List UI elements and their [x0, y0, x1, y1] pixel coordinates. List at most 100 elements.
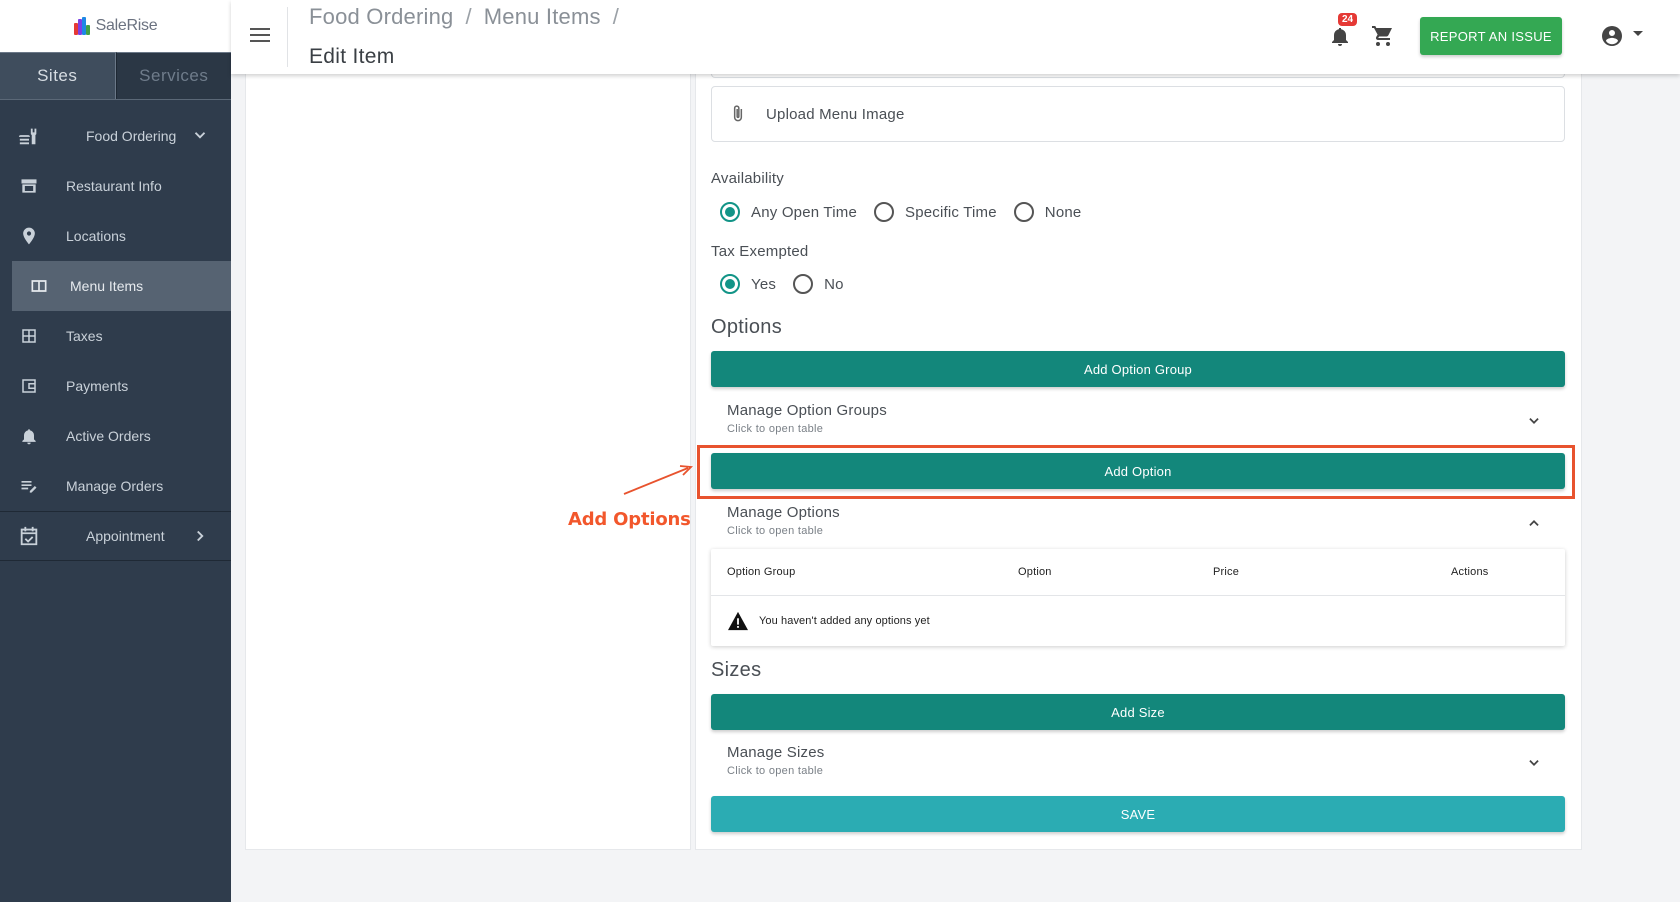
breadcrumb-food-ordering[interactable]: Food Ordering: [309, 4, 453, 30]
hamburger-menu-icon[interactable]: [248, 24, 272, 48]
sidebar-item-payments[interactable]: Payments: [0, 361, 231, 411]
tax-exempted-label: Tax Exempted: [711, 243, 809, 260]
shopping-cart-icon[interactable]: [1371, 24, 1395, 48]
column-header-option[interactable]: Option: [1018, 566, 1052, 578]
tax-exempted-yes-radio[interactable]: Yes: [720, 274, 776, 294]
radio-label: Any Open Time: [751, 203, 857, 221]
logo-mark-icon: [73, 17, 92, 35]
chevron-down-icon[interactable]: [1527, 756, 1541, 770]
chevron-right-icon[interactable]: [191, 527, 209, 548]
expander-title: Manage Sizes: [727, 744, 825, 761]
column-header-option-group[interactable]: Option Group: [727, 566, 795, 578]
account-dropdown-caret-icon[interactable]: [1633, 31, 1643, 36]
add-size-button[interactable]: Add Size: [711, 694, 1565, 730]
calendar-check-icon: [18, 525, 40, 547]
save-button[interactable]: SAVE: [711, 796, 1565, 832]
chevron-down-icon[interactable]: [1527, 414, 1541, 428]
sidebar: SaleRise Sites Services Food Ordering Re…: [0, 0, 231, 902]
food-icon: [18, 125, 40, 147]
sidebar-group-label: Food Ordering: [86, 128, 177, 144]
add-option-group-button[interactable]: Add Option Group: [711, 351, 1565, 387]
header-divider: [287, 7, 288, 67]
column-header-actions: Actions: [1451, 566, 1489, 578]
radio-checked-icon: [720, 274, 740, 294]
options-table: Option Group Option Price Actions You ha…: [711, 549, 1565, 646]
annotation-highlight-box: [697, 445, 1575, 499]
breadcrumb-separator: /: [612, 4, 620, 29]
availability-radio-group: Any Open Time Specific Time None: [720, 202, 1098, 222]
menu-book-icon: [28, 275, 50, 297]
tax-exempted-no-radio[interactable]: No: [793, 274, 844, 294]
manage-sizes-expander[interactable]: Manage Sizes Click to open table: [711, 738, 1565, 788]
manage-option-groups-expander[interactable]: Manage Option Groups Click to open table: [711, 396, 1565, 446]
upload-label: Upload Menu Image: [766, 105, 905, 123]
sidebar-item-label: Menu Items: [70, 278, 144, 294]
availability-label: Availability: [711, 170, 784, 187]
sidebar-item-label: Manage Orders: [66, 478, 164, 494]
sidebar-item-menu-items[interactable]: Menu Items: [12, 261, 231, 311]
sidebar-group-label: Appointment: [86, 528, 165, 544]
tab-services[interactable]: Services: [115, 52, 231, 99]
availability-specific-time-radio[interactable]: Specific Time: [873, 202, 997, 222]
options-heading: Options: [711, 316, 783, 338]
logo-text: SaleRise: [95, 17, 158, 34]
empty-message: You haven't added any options yet: [759, 615, 930, 627]
availability-none-radio[interactable]: None: [1013, 202, 1082, 222]
sidebar-item-active-orders[interactable]: Active Orders: [0, 411, 231, 461]
notification-badge: 24: [1338, 13, 1358, 26]
edit-list-icon: [18, 475, 40, 497]
warning-icon: [727, 611, 749, 631]
sidebar-group-appointment[interactable]: Appointment: [0, 511, 231, 561]
availability-any-open-time-radio[interactable]: Any Open Time: [720, 202, 857, 222]
radio-label: Yes: [751, 275, 777, 293]
radio-label: None: [1044, 203, 1082, 221]
manage-options-expander[interactable]: Manage Options Click to open table: [711, 498, 1565, 548]
breadcrumb-menu-items[interactable]: Menu Items: [484, 4, 601, 30]
notification-bell-icon[interactable]: [1328, 24, 1352, 48]
column-header-price[interactable]: Price: [1213, 566, 1239, 578]
upload-menu-image-field[interactable]: Upload Menu Image: [711, 86, 1565, 142]
sidebar-item-locations[interactable]: Locations: [0, 211, 231, 261]
account-circle-icon[interactable]: [1600, 24, 1624, 48]
tab-sites[interactable]: Sites: [0, 52, 116, 99]
chevron-up-icon[interactable]: [1527, 516, 1541, 530]
sidebar-nav: Food Ordering Restaurant Info Locations …: [0, 111, 231, 561]
expander-title: Manage Options: [727, 504, 840, 521]
expander-subtitle: Click to open table: [727, 423, 824, 435]
tax-exempted-radio-group: Yes No: [720, 274, 861, 294]
table-header-row: Option Group Option Price Actions: [711, 549, 1565, 596]
top-header: Food Ordering / Menu Items / Edit Item 2…: [231, 0, 1680, 74]
radio-label: Specific Time: [904, 203, 997, 221]
sidebar-tabs: Sites Services: [0, 52, 231, 100]
radio-unchecked-icon: [793, 274, 814, 294]
annotation-arrow-icon: [623, 465, 693, 495]
empty-state-row: You haven't added any options yet: [711, 596, 1565, 646]
radio-unchecked-icon: [873, 202, 894, 222]
wallet-icon: [18, 375, 40, 397]
sidebar-item-label: Restaurant Info: [66, 178, 162, 194]
calculator-icon: [18, 325, 40, 347]
bell-ring-icon: [18, 425, 40, 447]
radio-label: No: [824, 275, 844, 293]
sidebar-item-restaurant-info[interactable]: Restaurant Info: [0, 161, 231, 211]
chevron-down-icon[interactable]: [191, 126, 209, 147]
expander-title: Manage Option Groups: [727, 402, 887, 419]
radio-checked-icon: [720, 202, 740, 222]
breadcrumb: Food Ordering / Menu Items /: [309, 4, 619, 30]
expander-subtitle: Click to open table: [727, 525, 824, 537]
annotation-label: Add Options: [568, 509, 691, 530]
logo[interactable]: SaleRise: [0, 0, 231, 52]
sizes-heading: Sizes: [711, 659, 762, 681]
sidebar-item-label: Taxes: [66, 328, 103, 344]
sidebar-item-label: Active Orders: [66, 428, 151, 444]
sidebar-item-label: Payments: [66, 378, 129, 394]
paperclip-icon: [728, 102, 748, 126]
sidebar-group-food-ordering[interactable]: Food Ordering: [0, 111, 231, 161]
sidebar-item-manage-orders[interactable]: Manage Orders: [0, 461, 231, 511]
report-issue-button[interactable]: REPORT AN ISSUE: [1420, 17, 1562, 55]
expander-subtitle: Click to open table: [727, 765, 824, 777]
page-title: Edit Item: [309, 45, 395, 68]
radio-unchecked-icon: [1013, 202, 1034, 222]
location-pin-icon: [18, 225, 40, 247]
sidebar-item-taxes[interactable]: Taxes: [0, 311, 231, 361]
